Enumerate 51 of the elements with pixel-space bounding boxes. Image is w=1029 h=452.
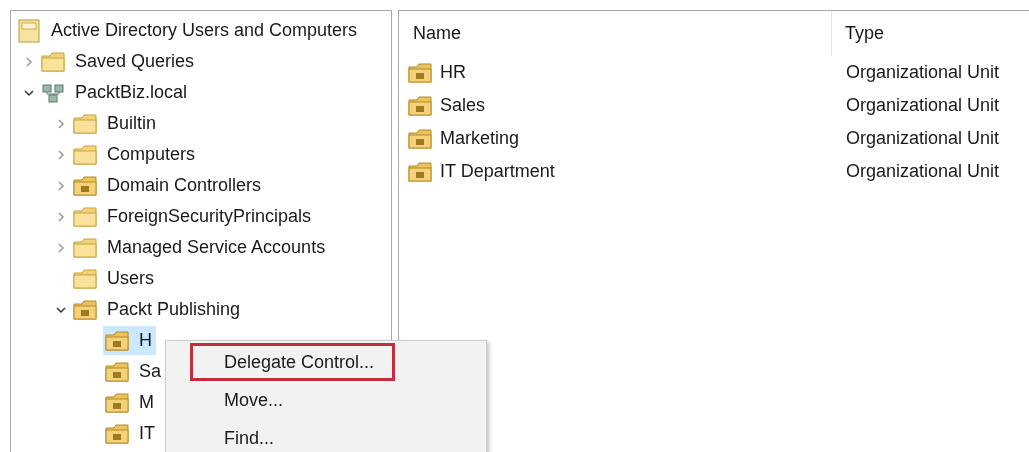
folder-icon bbox=[73, 144, 97, 165]
folder-icon bbox=[73, 206, 97, 227]
tree-item[interactable]: Managed Service Accounts bbox=[71, 233, 330, 262]
menu-item[interactable]: Find... bbox=[190, 419, 296, 452]
tree-item[interactable]: H bbox=[103, 326, 156, 355]
table-cell: HR bbox=[399, 62, 832, 83]
tree-item[interactable]: Packt Publishing bbox=[71, 295, 245, 324]
chevron-right-icon[interactable] bbox=[55, 241, 67, 254]
tree-item[interactable]: Domain Controllers bbox=[71, 171, 266, 200]
folder-icon bbox=[73, 299, 97, 320]
folder-icon bbox=[73, 268, 97, 289]
tree-item[interactable]: Builtin bbox=[71, 109, 161, 138]
table-cell: IT Department bbox=[399, 161, 832, 182]
tree-item[interactable]: Users bbox=[71, 264, 158, 293]
network-icon bbox=[41, 82, 65, 103]
menu-item[interactable]: Delegate Control... bbox=[190, 343, 396, 381]
chevron-right-icon[interactable] bbox=[55, 179, 67, 192]
table-cell-text: Organizational Unit bbox=[845, 62, 1000, 83]
chevron-right-icon[interactable] bbox=[55, 210, 67, 223]
table-cell: Marketing bbox=[399, 128, 832, 149]
tree-item[interactable]: Computers bbox=[71, 140, 200, 169]
tree-item[interactable]: M bbox=[103, 388, 158, 417]
console-icon bbox=[17, 18, 41, 43]
folder-icon bbox=[105, 361, 129, 382]
folder-icon bbox=[408, 128, 432, 149]
folder-icon bbox=[41, 51, 65, 72]
folder-icon bbox=[73, 113, 97, 134]
chevron-right-icon[interactable] bbox=[55, 148, 67, 161]
tree-item[interactable]: IT bbox=[103, 419, 159, 448]
column-header[interactable]: Name bbox=[399, 11, 832, 56]
folder-icon bbox=[408, 161, 432, 182]
tree-item[interactable]: ForeignSecurityPrincipals bbox=[71, 202, 316, 231]
folder-icon bbox=[105, 392, 129, 413]
menu-item[interactable]: Move... bbox=[190, 381, 305, 419]
tree-item[interactable]: Sa bbox=[103, 357, 166, 386]
folder-icon bbox=[73, 237, 97, 258]
table-cell: Sales bbox=[399, 95, 832, 116]
folder-icon bbox=[73, 175, 97, 196]
folder-icon bbox=[105, 423, 129, 444]
folder-icon bbox=[408, 62, 432, 83]
chevron-right-icon[interactable] bbox=[55, 117, 67, 130]
table-cell-text: Organizational Unit bbox=[845, 128, 1000, 149]
tree-item[interactable]: Active Directory Users and Computers bbox=[15, 16, 362, 45]
table-cell-text: Organizational Unit bbox=[845, 95, 1000, 116]
folder-icon bbox=[408, 95, 432, 116]
table-cell-text: Organizational Unit bbox=[845, 161, 1000, 182]
chevron-right-icon[interactable] bbox=[23, 55, 35, 68]
tree-item[interactable]: PacktBiz.local bbox=[39, 78, 192, 107]
folder-icon bbox=[105, 330, 129, 351]
column-header[interactable]: Type bbox=[832, 11, 885, 56]
tree-item[interactable]: Saved Queries bbox=[39, 47, 199, 76]
